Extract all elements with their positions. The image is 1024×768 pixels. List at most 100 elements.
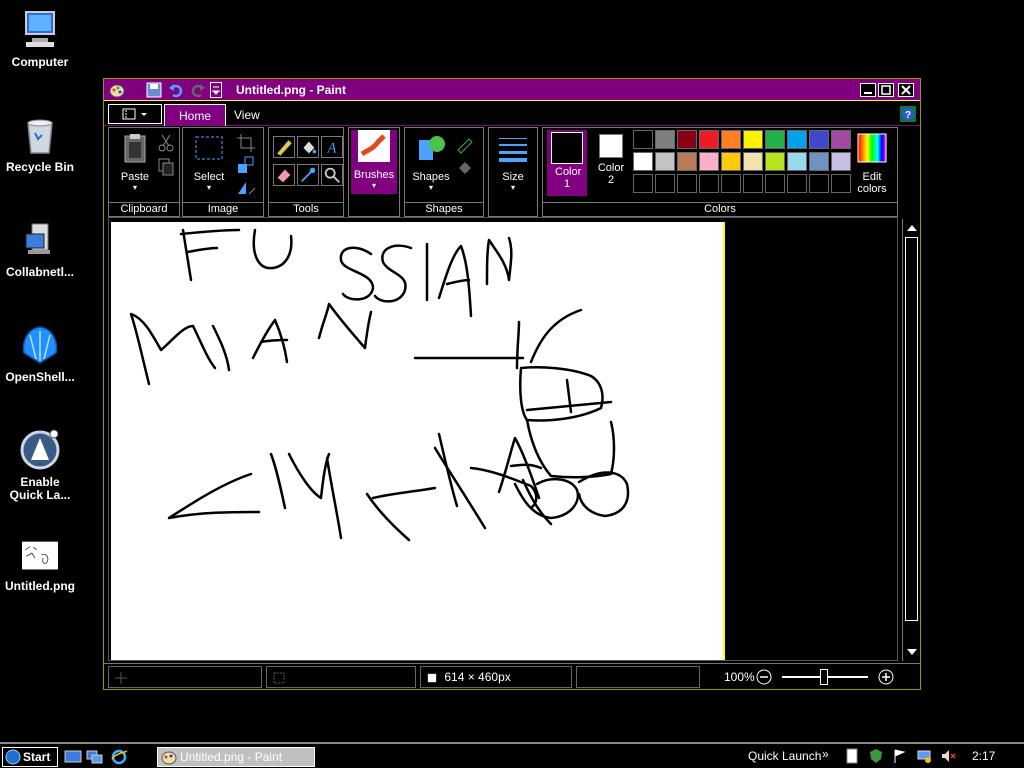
svg-text:?: ?: [905, 110, 911, 121]
customize-quick-access-icon[interactable]: [210, 82, 222, 98]
undo-icon[interactable]: [168, 82, 184, 98]
edit-colors-icon: [857, 133, 887, 163]
fill-shape-icon[interactable]: [455, 156, 477, 178]
maximize-button[interactable]: [878, 83, 894, 97]
desktop-icon-recycle-bin[interactable]: Recycle Bin: [0, 113, 80, 174]
palette-swatch[interactable]: [743, 130, 763, 149]
fill-icon[interactable]: [297, 136, 319, 158]
palette-swatch-empty[interactable]: [765, 174, 785, 193]
zoom-slider[interactable]: [782, 669, 868, 685]
palette-swatch-empty[interactable]: [831, 174, 851, 193]
paint-app-icon[interactable]: [109, 82, 125, 98]
palette-swatch[interactable]: [655, 152, 675, 171]
resize-icon[interactable]: [235, 154, 257, 176]
eraser-icon[interactable]: [273, 164, 295, 186]
color2-button[interactable]: Color 2: [591, 134, 631, 186]
outline-icon[interactable]: [455, 134, 477, 156]
desktop-icon-openshell[interactable]: OpenShell...: [0, 323, 80, 384]
palette-swatch[interactable]: [699, 130, 719, 149]
desktop-icon-untitled-png[interactable]: Untitled.png: [0, 540, 80, 593]
desktop-icon-collabnet[interactable]: Collabnetl...: [0, 218, 80, 279]
palette-swatch[interactable]: [677, 152, 697, 171]
tab-view[interactable]: View: [220, 104, 274, 126]
clock[interactable]: 2:17: [972, 749, 995, 763]
palette-swatch[interactable]: [743, 152, 763, 171]
taskbar-item-paint[interactable]: Untitled.png - Paint: [157, 747, 315, 767]
cursor-position-icon: [115, 671, 127, 684]
cut-icon[interactable]: [155, 132, 177, 154]
palette-swatch-empty[interactable]: [655, 174, 675, 193]
close-button[interactable]: [898, 83, 914, 97]
redo-icon[interactable]: [190, 82, 206, 98]
tray-volume-muted-icon[interactable]: [940, 748, 956, 764]
palette-swatch[interactable]: [721, 130, 741, 149]
tray-document-icon[interactable]: [844, 748, 860, 764]
palette-swatch[interactable]: [809, 152, 829, 171]
help-icon[interactable]: ?: [900, 106, 916, 122]
color-picker-icon[interactable]: [297, 164, 319, 186]
pencil-icon[interactable]: [273, 136, 295, 158]
palette-swatch-empty[interactable]: [699, 174, 719, 193]
palette-swatch[interactable]: [655, 130, 675, 149]
save-icon[interactable]: [146, 82, 162, 98]
tools-group-label: Tools: [269, 202, 343, 216]
palette-swatch-empty[interactable]: [743, 174, 763, 193]
drawing-canvas[interactable]: [111, 222, 725, 660]
zoom-out-icon[interactable]: [756, 669, 772, 685]
palette-swatch[interactable]: [765, 152, 785, 171]
tray-flag-icon[interactable]: [892, 748, 908, 764]
selection-size-icon: [273, 672, 285, 684]
scroll-thumb[interactable]: [905, 237, 918, 621]
color1-button[interactable]: Color 1: [547, 130, 587, 196]
scroll-down-icon[interactable]: [903, 645, 921, 659]
palette-swatch-empty[interactable]: [633, 174, 653, 193]
palette-swatch[interactable]: [831, 152, 851, 171]
shapes-group: Shapes ▾ Shapes: [404, 127, 484, 217]
file-menu-button[interactable]: [108, 104, 162, 124]
shapes-button[interactable]: Shapes ▾: [409, 132, 453, 192]
tab-home[interactable]: Home: [164, 104, 227, 126]
desktop-icon-computer[interactable]: Computer: [0, 8, 80, 69]
computer-icon: [25, 11, 55, 47]
zoom-in-icon[interactable]: [878, 669, 894, 685]
paste-button[interactable]: Paste ▾: [113, 132, 157, 192]
palette-swatch-empty[interactable]: [677, 174, 697, 193]
palette-swatch[interactable]: [831, 130, 851, 149]
internet-explorer-icon[interactable]: [110, 749, 128, 765]
palette-swatch[interactable]: [699, 152, 719, 171]
palette-swatch-empty[interactable]: [787, 174, 807, 193]
quick-launch-label[interactable]: Quick Launch: [748, 749, 821, 763]
rotate-icon[interactable]: [235, 176, 257, 198]
palette-swatch[interactable]: [633, 152, 653, 171]
vertical-scrollbar[interactable]: [902, 219, 920, 661]
palette-swatch[interactable]: [633, 130, 653, 149]
copy-icon[interactable]: [155, 156, 177, 178]
quick-launch-chevron-icon[interactable]: »: [822, 747, 829, 761]
palette-swatch[interactable]: [787, 152, 807, 171]
palette-swatch[interactable]: [765, 130, 785, 149]
start-button[interactable]: Start: [2, 747, 58, 767]
palette-swatch[interactable]: [787, 130, 807, 149]
brushes-button[interactable]: Brushes ▾: [351, 130, 397, 194]
text-icon[interactable]: A: [321, 136, 343, 158]
size-button[interactable]: Size ▾: [491, 132, 535, 192]
show-desktop-icon[interactable]: [64, 749, 82, 765]
tray-network-icon[interactable]: [916, 748, 932, 764]
palette-swatch[interactable]: [809, 130, 829, 149]
palette-swatch[interactable]: [721, 152, 741, 171]
desktop-icon-quick-launch[interactable]: Enable Quick La...: [0, 428, 80, 502]
minimize-button[interactable]: [860, 83, 876, 97]
switch-windows-icon[interactable]: [86, 749, 104, 765]
title-bar[interactable]: Untitled.png - Paint: [104, 79, 920, 101]
tray-shield-icon[interactable]: [868, 748, 884, 764]
magnifier-icon[interactable]: [321, 164, 343, 186]
crop-icon[interactable]: [235, 132, 257, 154]
palette-swatch-empty[interactable]: [721, 174, 741, 193]
edit-colors-button[interactable]: Edit colors: [849, 132, 895, 195]
palette-swatch-empty[interactable]: [809, 174, 829, 193]
file-size-cell: [576, 666, 700, 688]
zoom-slider-thumb[interactable]: [820, 669, 828, 685]
scroll-up-icon[interactable]: [903, 221, 921, 235]
palette-swatch[interactable]: [677, 130, 697, 149]
select-button[interactable]: Select ▾: [187, 132, 231, 192]
